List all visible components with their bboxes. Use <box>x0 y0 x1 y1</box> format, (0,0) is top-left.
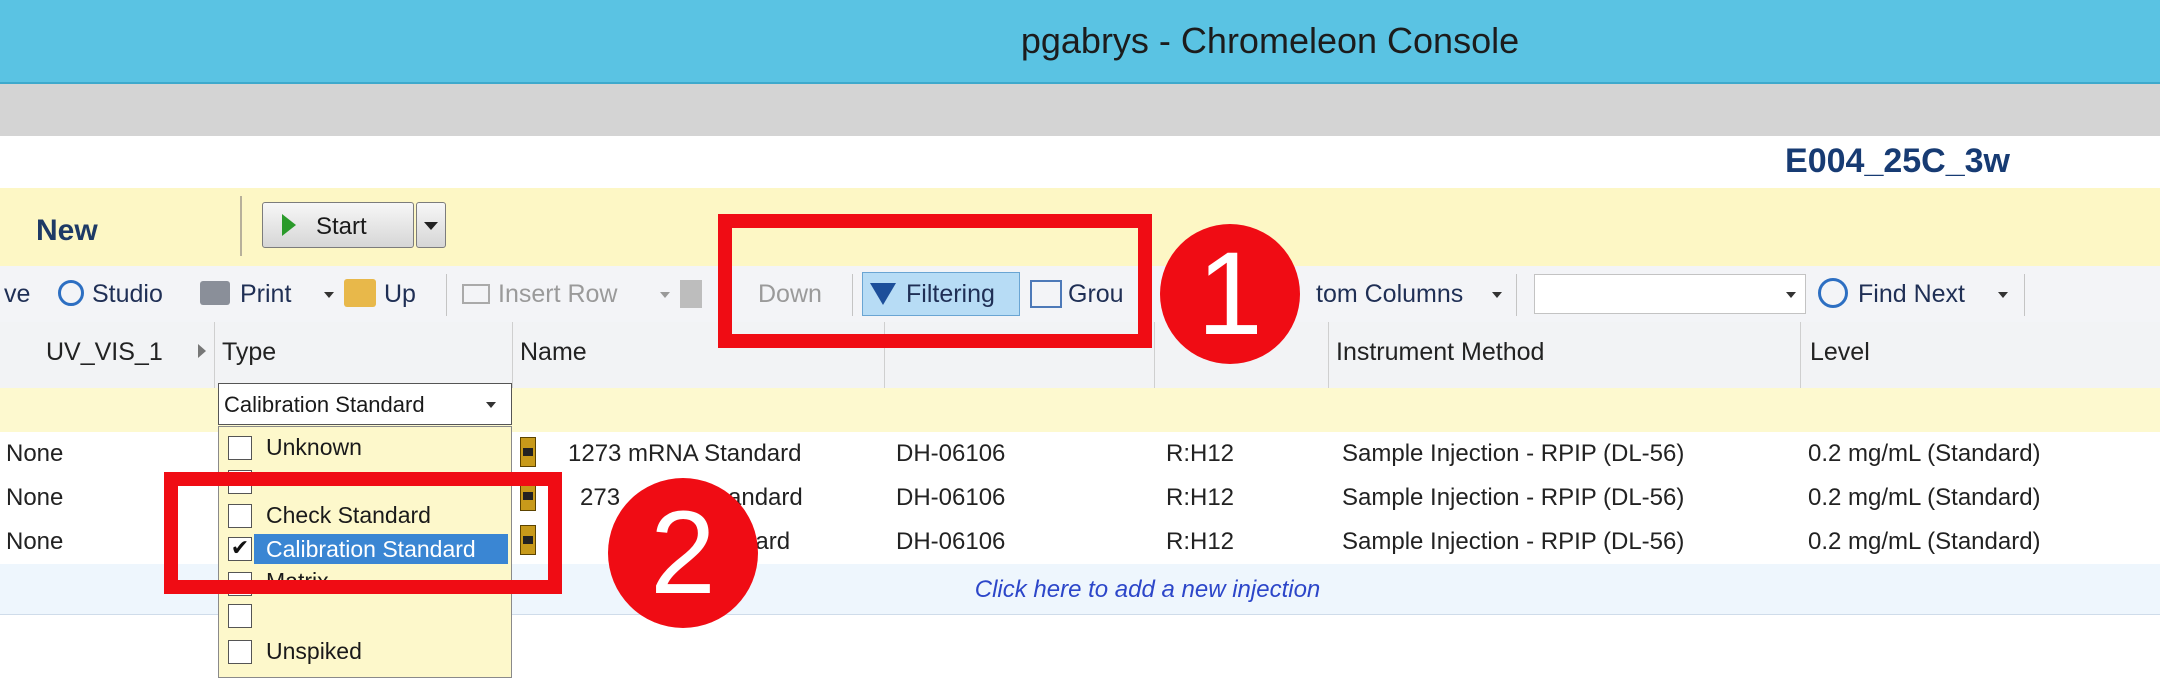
find-next-button[interactable]: Find Next <box>1858 280 1965 309</box>
type-filter-value: Calibration Standard <box>224 392 425 417</box>
cell-method: Sample Injection - RPIP (DL-56) <box>1342 484 1685 511</box>
column-header-instrument-method[interactable]: Instrument Method <box>1336 338 1544 367</box>
command-separator <box>240 196 242 256</box>
annotation-circle-1: 1 <box>1160 224 1300 364</box>
binoculars-icon <box>1818 278 1848 308</box>
play-icon <box>282 214 296 236</box>
new-button[interactable]: New <box>36 214 98 248</box>
cell-position: R:H12 <box>1166 528 1235 555</box>
vial-icon <box>520 437 536 467</box>
insert-row-button[interactable]: Insert Row <box>498 280 617 309</box>
insert-row-icon <box>462 284 490 304</box>
column-header-name[interactable]: Name <box>520 338 587 367</box>
up-button[interactable]: Up <box>384 280 416 309</box>
studio-icon <box>58 280 84 306</box>
cell-id: DH-06106 <box>896 440 1006 467</box>
custom-columns-button[interactable]: tom Columns <box>1316 280 1463 309</box>
studio-button[interactable]: Studio <box>92 280 163 309</box>
cell-level: 0.2 mg/mL (Standard) <box>1808 440 2041 467</box>
toolbar-separator <box>2024 274 2025 316</box>
chevron-down-icon <box>324 292 334 298</box>
cell-position: R:H12 <box>1166 484 1235 511</box>
print-button[interactable]: Print <box>240 280 291 309</box>
save-button[interactable]: ve <box>4 280 30 309</box>
cell-name: 273 <box>580 484 621 511</box>
type-option-unspiked[interactable]: Unspiked <box>266 638 362 665</box>
toolbar-separator <box>1516 274 1517 316</box>
chevron-right-icon[interactable] <box>198 344 206 358</box>
cell-id: DH-06106 <box>896 528 1006 555</box>
cell-channel: None <box>6 484 64 511</box>
type-option-checkbox[interactable] <box>228 436 252 460</box>
type-option-checkbox[interactable] <box>228 604 252 628</box>
chevron-down-icon <box>1998 292 2008 298</box>
cell-method: Sample Injection - RPIP (DL-56) <box>1342 440 1685 467</box>
cell-name: 1273 mRNA Standard <box>568 440 802 467</box>
cell-method: Sample Injection - RPIP (DL-56) <box>1342 528 1685 555</box>
chevron-down-icon <box>486 402 496 408</box>
cell-channel: None <box>6 440 64 467</box>
folder-up-icon <box>344 279 376 307</box>
move-icon <box>680 280 702 308</box>
annotation-circle-2: 2 <box>608 478 758 628</box>
cell-level: 0.2 mg/mL (Standard) <box>1808 484 2041 511</box>
annotation-box-1 <box>718 214 1152 348</box>
chevron-down-icon <box>424 222 438 230</box>
chevron-down-icon <box>1786 292 1796 298</box>
column-header-level[interactable]: Level <box>1810 338 1870 367</box>
printer-icon <box>200 281 230 305</box>
column-header-type[interactable]: Type <box>222 338 276 367</box>
find-input[interactable] <box>1534 274 1806 314</box>
chevron-down-icon <box>660 292 670 298</box>
cell-position: R:H12 <box>1166 440 1235 467</box>
window-title: pgabrys - Chromeleon Console <box>1020 20 1520 61</box>
column-header-channel[interactable]: UV_VIS_1 <box>46 338 163 367</box>
cell-id: DH-06106 <box>896 484 1006 511</box>
start-label: Start <box>316 213 367 240</box>
annotation-box-2 <box>164 472 562 594</box>
ribbon-strip <box>0 84 2160 136</box>
type-option-checkbox[interactable] <box>228 640 252 664</box>
type-option-unknown[interactable]: Unknown <box>266 434 362 461</box>
cell-level: 0.2 mg/mL (Standard) <box>1808 528 2041 555</box>
cell-channel: None <box>6 528 64 555</box>
sequence-name: E004_25C_3w <box>1785 142 2010 180</box>
chevron-down-icon <box>1492 292 1502 298</box>
toolbar-separator <box>446 274 447 316</box>
